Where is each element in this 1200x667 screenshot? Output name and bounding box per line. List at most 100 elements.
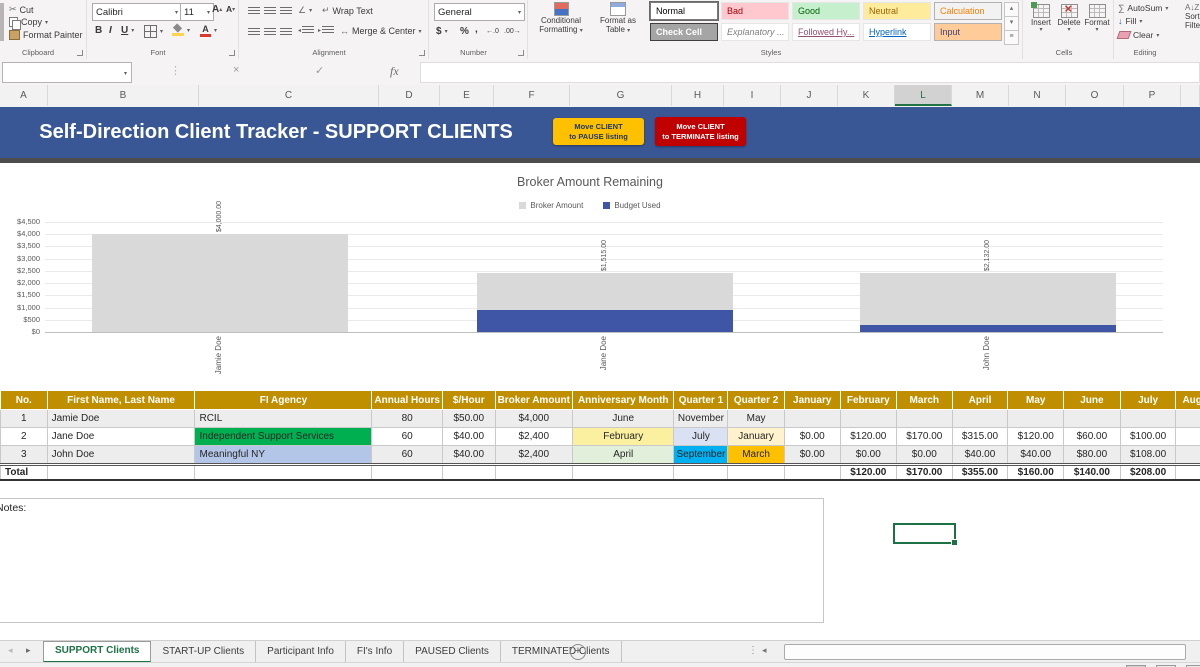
table-cell[interactable]: July — [673, 427, 729, 446]
copy-button[interactable]: Copy ▾ — [9, 17, 48, 30]
table-cell[interactable]: $40.00 — [441, 445, 496, 465]
table-header-cell[interactable]: First Name, Last Name — [46, 390, 196, 410]
chart-area[interactable]: Broker Amount Remaining Broker Amount Bud… — [0, 163, 1200, 385]
style-chip-neutral[interactable]: Neutral — [863, 2, 931, 20]
table-cell[interactable]: $2,400 — [494, 445, 573, 465]
table-cell[interactable]: Meaningful NY — [194, 445, 373, 465]
table-cell[interactable]: $0.00 — [895, 445, 953, 465]
sheet-tab-start-up-clients[interactable]: START-UP Clients — [151, 641, 257, 662]
dialog-launcher-icon[interactable] — [518, 50, 524, 56]
style-chip-input[interactable]: Input — [934, 23, 1002, 41]
table-cell[interactable]: $80.00 — [1063, 445, 1121, 465]
table-cell[interactable] — [783, 409, 841, 428]
insert-button[interactable]: Insert ▾ — [1028, 2, 1054, 34]
column-header-M[interactable]: M — [952, 85, 1009, 106]
column-header-B[interactable]: B — [48, 85, 199, 106]
table-cell[interactable]: May — [727, 409, 785, 428]
table-header-cell[interactable]: Quarter 2 — [727, 390, 785, 410]
sheet-tab-support-clients[interactable]: SUPPORT Clients — [43, 641, 152, 663]
table-cell[interactable]: $108.00 — [1119, 445, 1177, 465]
column-header-H[interactable]: H — [672, 85, 724, 106]
style-chip-check-cell[interactable]: Check Cell — [650, 23, 718, 41]
align-top-icon[interactable] — [248, 7, 260, 15]
move-to-terminate-button[interactable]: Move CLIENT to TERMINATE listing — [655, 117, 746, 146]
add-sheet-button[interactable]: + — [570, 644, 586, 660]
align-left-icon[interactable] — [248, 28, 260, 36]
total-cell[interactable]: $170.00 — [895, 463, 953, 481]
table-cell[interactable]: June — [571, 409, 675, 428]
table-cell[interactable]: 60 — [371, 445, 443, 465]
underline-button[interactable]: U ▾ — [121, 25, 134, 36]
table-cell[interactable]: September — [673, 445, 729, 465]
move-to-pause-button[interactable]: Move CLIENT to PAUSE listing — [553, 118, 644, 145]
tab-nav-left-icon[interactable]: ◂ — [8, 645, 13, 656]
table-cell[interactable]: 2 — [0, 427, 48, 446]
table-header-cell[interactable]: April — [951, 390, 1009, 410]
percent-button[interactable]: % — [460, 26, 469, 37]
table-cell[interactable]: $40.00 — [441, 427, 496, 446]
table-cell[interactable]: $315.00 — [951, 427, 1009, 446]
table-header-cell[interactable]: July — [1119, 390, 1177, 410]
insert-function-button[interactable]: fx — [390, 64, 399, 79]
table-cell[interactable] — [1063, 409, 1121, 428]
table-header-cell[interactable]: No. — [0, 390, 48, 410]
number-format-select[interactable]: General ▾ — [434, 3, 525, 21]
sort-filter-button[interactable]: A↓Z Sort & Filter — [1185, 3, 1200, 31]
decrease-indent-button[interactable]: ◂ — [298, 26, 315, 34]
total-cell[interactable] — [46, 463, 196, 481]
dialog-launcher-icon[interactable] — [229, 50, 235, 56]
table-cell[interactable]: $120.00 — [839, 427, 897, 446]
style-chip-good[interactable]: Good — [792, 2, 860, 20]
increase-decimal-button[interactable]: ←.0 — [486, 28, 499, 35]
table-cell[interactable]: $60.00 — [1063, 427, 1121, 446]
conditional-formatting-button[interactable]: Conditional Formatting ▾ — [532, 2, 590, 35]
table-cell[interactable]: January — [727, 427, 785, 446]
sheet-tab-fi-s-info[interactable]: FI's Info — [346, 641, 405, 662]
accounting-format-button[interactable]: $ ▾ — [436, 26, 448, 37]
table-header-cell[interactable]: August — [1175, 390, 1200, 410]
table-header-cell[interactable]: January — [783, 390, 841, 410]
table-cell[interactable]: $40.00 — [1007, 445, 1065, 465]
total-cell[interactable] — [194, 463, 373, 481]
table-cell[interactable] — [839, 409, 897, 428]
table-cell[interactable]: $50.00 — [441, 409, 496, 428]
font-size-select[interactable]: 11 ▾ — [180, 3, 214, 21]
table-header-cell[interactable]: Annual Hours — [371, 390, 443, 410]
table-cell[interactable]: 3 — [0, 445, 48, 465]
bar-budget-used[interactable] — [860, 325, 1116, 332]
total-label-cell[interactable]: Total — [0, 463, 48, 481]
column-header-N[interactable]: N — [1009, 85, 1066, 106]
table-cell[interactable]: $0.00 — [839, 445, 897, 465]
enter-button[interactable]: ✓ — [315, 64, 324, 77]
orientation-button[interactable]: ∠ ▾ — [298, 5, 312, 16]
bar-budget-used[interactable] — [477, 310, 733, 332]
format-painter-button[interactable]: Format Painter — [9, 30, 83, 40]
fill-color-button[interactable]: ▾ — [172, 25, 190, 36]
total-cell[interactable]: $160.00 — [1007, 463, 1065, 481]
total-cell[interactable]: $355.00 — [951, 463, 1009, 481]
table-cell[interactable]: 60 — [371, 427, 443, 446]
format-button[interactable]: Format ▾ — [1084, 4, 1110, 34]
comma-button[interactable]: , — [475, 24, 478, 35]
table-header-cell[interactable]: Quarter 1 — [673, 390, 729, 410]
total-cell[interactable] — [571, 463, 675, 481]
total-cell[interactable]: $120.00 — [839, 463, 897, 481]
format-as-table-button[interactable]: Format as Table ▾ — [592, 2, 644, 35]
total-cell[interactable] — [1175, 463, 1200, 481]
merge-center-button[interactable]: ↔ Merge & Center ▾ — [340, 26, 422, 36]
fill-button[interactable]: ↓ Fill ▾ — [1118, 16, 1142, 26]
italic-button[interactable]: I — [109, 25, 112, 36]
delete-button[interactable]: Delete ▾ — [1056, 2, 1082, 34]
column-header-partial[interactable] — [1181, 85, 1200, 106]
horizontal-scrollbar[interactable] — [784, 644, 1186, 660]
table-cell[interactable]: $40.00 — [951, 445, 1009, 465]
sheet-tab-participant-info[interactable]: Participant Info — [256, 641, 346, 662]
align-middle-icon[interactable] — [264, 7, 276, 15]
cancel-button[interactable]: × — [233, 64, 239, 76]
table-cell[interactable]: $120.00 — [1007, 427, 1065, 446]
table-cell[interactable] — [1119, 409, 1177, 428]
table-cell[interactable]: March — [727, 445, 785, 465]
table-cell[interactable]: RCIL — [194, 409, 373, 428]
name-box[interactable]: ▾ — [2, 62, 132, 83]
table-cell[interactable]: $2,400 — [494, 427, 573, 446]
